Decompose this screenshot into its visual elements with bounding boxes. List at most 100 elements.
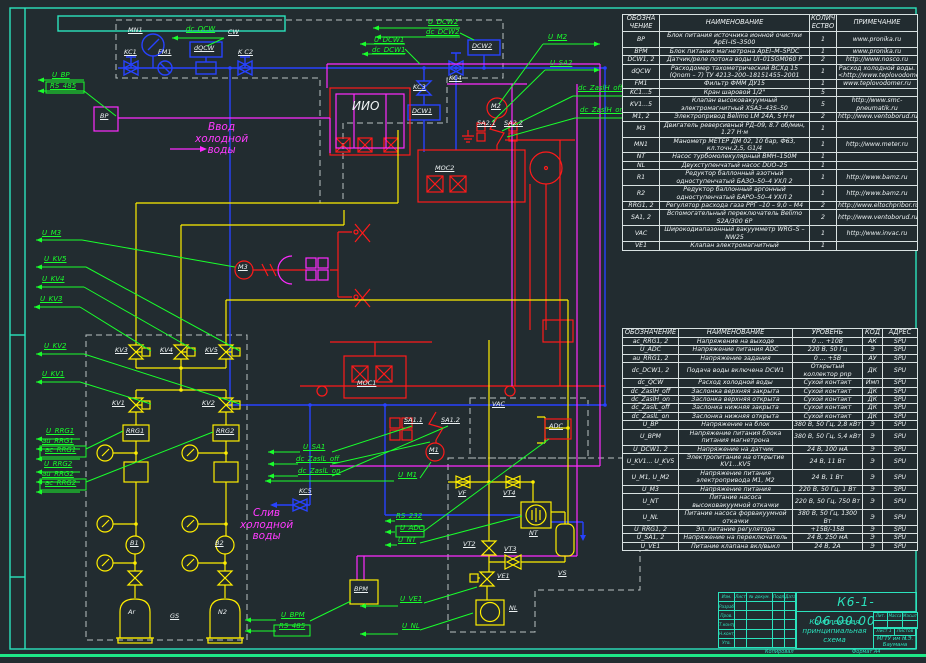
table-cell: www.pronika.ru: [836, 46, 918, 57]
table-row: U_SA1, 2 Напряжение на переключатель 24 В,…: [622, 533, 918, 543]
header-row: Изм. Лист № докум. Подп. Дата: [718, 592, 797, 602]
column-header: Масштаб: [902, 612, 918, 621]
table-cell: Расходомер тахометрический ВСХд 15 (Qnom…: [659, 63, 810, 81]
table-cell: АК: [862, 336, 883, 347]
table-cell: АУ: [862, 353, 883, 364]
table-cell: +15В/-15В: [792, 524, 863, 535]
signal-label-au-rrg2: au_RRG2: [42, 470, 74, 478]
table-cell: [734, 637, 747, 649]
column-header: АДРЕС: [882, 328, 918, 338]
table-cell: Э: [862, 533, 883, 543]
table-cell: Пров.: [718, 610, 735, 621]
table-cell: Сухой контакт: [792, 394, 863, 405]
tag-bp: BP: [100, 112, 109, 120]
table-cell: SPU: [882, 403, 918, 413]
column-header: УРОВЕНЬ: [792, 328, 863, 338]
table-cell: U_BP: [622, 420, 679, 430]
table-cell: [734, 610, 747, 621]
signal-label-u-kv3: U_KV3: [40, 295, 63, 303]
signal-label-dc-dcw2: dc_DCW2: [426, 28, 460, 36]
column-header: НАИМЕНОВАНИЕ: [678, 328, 793, 338]
table-cell: 1: [809, 46, 837, 57]
table-cell: Э: [862, 493, 883, 511]
table-row: au_RRG1, 2 Напряжение задания 0 ... +5В АУ S…: [622, 353, 918, 364]
signal-label-zasll-off: dc_ZaslL_off: [296, 455, 340, 463]
column-header: Изм.: [718, 592, 735, 602]
table-cell: SPU: [882, 336, 918, 347]
signal-label-u-kv1: U_KV1: [42, 370, 65, 378]
table-cell: [734, 600, 747, 612]
signal-label-dc-qcw: dc_QCW: [186, 25, 216, 33]
column-header: Масса: [887, 612, 903, 621]
table-cell: Напряжение на датчик: [678, 444, 793, 455]
sheets-total: Листов 4: [895, 628, 916, 642]
table-cell: dc_QCW: [622, 378, 679, 388]
table-cell: [772, 637, 785, 649]
table-cell: Клапан высоковакуумный электромагнитный …: [659, 96, 810, 114]
table-cell: 5: [809, 87, 837, 98]
table-row: dc_QCW Расход холодной воды Сухой контакт И…: [622, 378, 918, 388]
table-cell: http://www.invac.ru: [836, 225, 918, 243]
table-cell: NT: [622, 152, 660, 162]
tag-ar: Ar: [128, 608, 136, 616]
table-cell: Напряжение на переключатель: [678, 533, 793, 543]
table-cell: [746, 610, 773, 621]
signal-label-u-m1: U_M1: [398, 471, 418, 479]
organization-name: МГТУ им Н.Э. Баумана: [873, 635, 917, 649]
column-header: Подп.: [772, 592, 785, 602]
column-header: Лист: [734, 592, 747, 602]
table-cell: 1: [809, 241, 837, 251]
table-cell: U_NT: [622, 493, 679, 511]
table-row: U_RRG1, 2 Эл. питание регулятора +15В/-15В…: [622, 524, 918, 535]
table-cell: 220 В, 50 Гц: [792, 345, 863, 355]
table-cell: NL: [622, 160, 660, 171]
signal-label-u-sa2: U_SA2: [550, 59, 573, 67]
tag-dqcw: dQCW: [194, 44, 215, 52]
table-row: M1, 2 Электропривод Belimo LM 24A, 5 Н·м 2…: [622, 112, 918, 122]
table-cell: http://www.meter.ru: [836, 136, 918, 154]
signal-label-u-rrg2: U_RRG2: [44, 460, 73, 468]
tag-ve1: VE1: [497, 572, 510, 580]
table-cell: [746, 637, 773, 649]
table-cell: SPU: [882, 386, 918, 396]
table-row: DCW1, 2 Датчик/реле потока воды UI–01SGM0…: [622, 55, 918, 65]
table-cell: 24 В, 1 Вт: [792, 468, 863, 486]
signal-label-u-kv5: U_KV5: [44, 255, 67, 263]
footer-format-label: Формат А4: [852, 649, 881, 655]
column-header: ОБОЗНАЧЕНИЕ: [622, 328, 679, 338]
table-cell: 1: [809, 63, 837, 81]
table-row: SA1, 2 Вспомогательный переключатель Beli…: [622, 209, 918, 227]
table-row: dc_ZaslL_off Заслонка нижняя закрыта Сухой…: [622, 403, 918, 413]
signal-label-ac-rrg1: ac_RRG1: [45, 446, 77, 454]
table-row: NL Двухступенчатый насос DUO–25 1: [622, 160, 918, 171]
table-cell: [772, 619, 785, 630]
table-cell: Э: [862, 484, 883, 495]
table-row: U_M3 Напряжение питания 220 В, 50 Гц, 1 Вт…: [622, 484, 918, 495]
signal-label-dc-dcw1: dc_DCW1: [372, 46, 406, 54]
tag-dcw2: DCW2: [472, 42, 493, 50]
table-row: U_BPM Напряжение питания блока питания ма…: [622, 428, 918, 446]
tag-sa1-2: SA1.2: [441, 416, 460, 424]
table-row: U_DCW1, 2 Напряжение на датчик 24 В, 100 м…: [622, 444, 918, 455]
table-row: U_NL Питание насоса форвакуумной откачки 3…: [622, 509, 918, 526]
title-block-revision-table: Изм. Лист № докум. Подп. Дата Разраб. Пров. Т.к…: [718, 592, 797, 649]
table-cell: Напряжение на выходе: [678, 336, 793, 347]
table-cell: 1: [809, 160, 837, 171]
tag-kv2: KV2: [202, 399, 215, 407]
table-cell: SPU: [882, 428, 918, 446]
column-header: КОЛИЧ ЕСТВО: [809, 14, 837, 32]
table-cell: SPU: [882, 353, 918, 364]
table-row: U_M1, U_M2 Напряжение питания электроприв…: [622, 468, 918, 486]
table-row: KV1...5 Клапан высоковакуумный электромаг…: [622, 96, 918, 114]
signal-label-ac-rrg2: ac_RRG2: [45, 479, 77, 487]
signal-label-u-m2: U_M2: [548, 33, 568, 41]
table-cell: Питание клапана вкл/выкл: [678, 541, 793, 552]
table-cell: Напряжение питания: [678, 484, 793, 495]
signal-label-zaslh-on: dc_ZaslH_on: [580, 106, 624, 114]
table-cell: DCW1, 2: [622, 55, 660, 65]
signal-label-u-bpm: U_BPM: [281, 611, 305, 619]
table-row: dc_DCW1, 2 Подача воды включена DCW1 Откры…: [622, 362, 918, 380]
table-row: U_KV1... U_KV5 Электропитание на открытие…: [622, 453, 918, 470]
signal-label-u-sa1: U_SA1: [303, 443, 326, 451]
signal-label-u-adc: U_ADC: [400, 524, 424, 532]
